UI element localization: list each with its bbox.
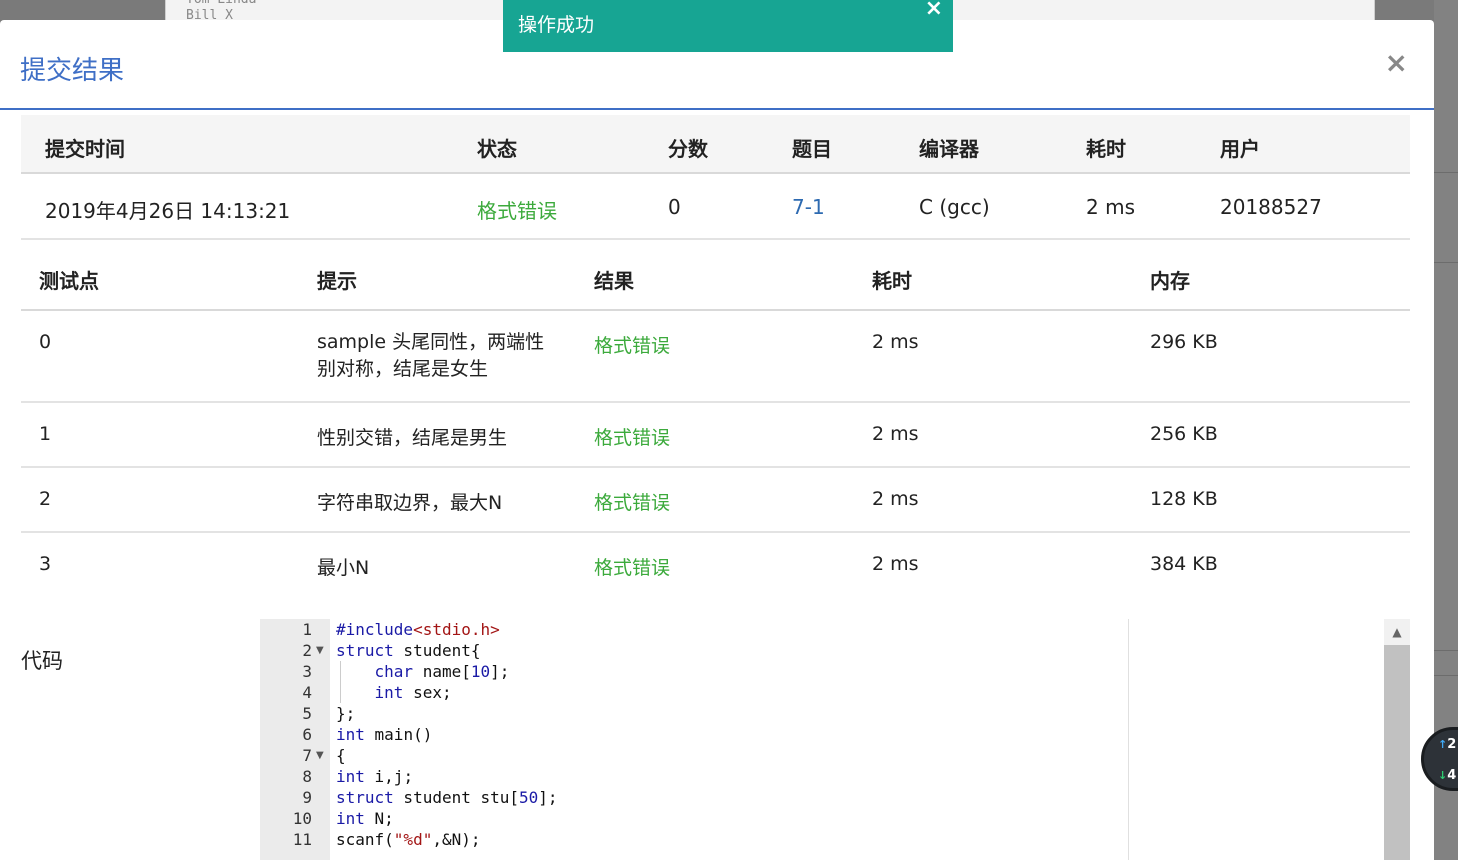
summary-header-row: 提交时间 状态 分数 题目 编译器 耗时 用户 bbox=[21, 115, 1410, 174]
case-id: 0 bbox=[39, 331, 52, 353]
case-time: 2 ms bbox=[872, 553, 919, 575]
duration-value: 2 ms bbox=[1086, 195, 1135, 219]
case-hint: 性别交错，结尾是男生 bbox=[317, 427, 508, 449]
header-submit-time: 提交时间 bbox=[45, 137, 125, 161]
background-text: Tom Linda Bill X bbox=[186, 0, 256, 20]
toast-message: 操作成功 bbox=[518, 14, 595, 36]
code-line: int i,j; bbox=[336, 767, 414, 786]
success-toast: 操作成功 × bbox=[503, 0, 953, 52]
table-row: 1 性别交错，结尾是男生 格式错误 2 ms 256 KB bbox=[21, 403, 1410, 468]
table-row: 3 最小N 格式错误 2 ms 384 KB bbox=[21, 533, 1410, 598]
case-time: 2 ms bbox=[872, 423, 919, 445]
table-row: 2 字符串取边界，最大N 格式错误 2 ms 128 KB bbox=[21, 468, 1410, 533]
upload-stat: ↑2 bbox=[1438, 737, 1457, 752]
toast-close-button[interactable]: × bbox=[925, 0, 943, 21]
compiler-value: C (gcc) bbox=[919, 195, 990, 219]
code-editor[interactable]: 1 2 3 4 5 6 7 8 9 10 11 ▼ ▼ #include<stdio.h> struc… bbox=[260, 619, 1410, 860]
header-hint: 提示 bbox=[317, 269, 357, 293]
case-hint: 字符串取边界，最大N bbox=[317, 492, 503, 514]
case-hint: 最小N bbox=[317, 557, 370, 579]
editor-gutter: 1 2 3 4 5 6 7 8 9 10 11 ▼ ▼ bbox=[260, 619, 330, 860]
header-problem: 题目 bbox=[792, 137, 832, 161]
case-memory: 128 KB bbox=[1150, 488, 1218, 510]
case-result: 格式错误 bbox=[594, 492, 671, 514]
test-cases-table: 测试点 提示 结果 耗时 内存 0 sample 头尾同性，两端性别对称，结尾是… bbox=[21, 242, 1410, 598]
download-stat: ↓4 bbox=[1438, 768, 1457, 783]
case-result: 格式错误 bbox=[594, 427, 671, 449]
line-number: 5 bbox=[302, 704, 312, 723]
case-result: 格式错误 bbox=[594, 557, 671, 579]
code-line: { bbox=[336, 746, 346, 765]
line-number: 1 bbox=[302, 620, 312, 639]
code-line: struct student{ bbox=[336, 641, 481, 660]
arrow-down-icon: ↓ bbox=[1438, 769, 1448, 782]
code-line: char name[10]; bbox=[374, 662, 510, 681]
line-number: 3 bbox=[302, 662, 312, 681]
fold-arrow-icon[interactable]: ▼ bbox=[316, 750, 324, 761]
header-test-point: 测试点 bbox=[39, 269, 99, 293]
line-numbers: 1 2 3 4 5 6 7 8 9 10 11 bbox=[260, 619, 312, 850]
summary-row: 2019年4月26日 14:13:21 格式错误 0 7-1 C (gcc) 2… bbox=[21, 174, 1410, 240]
submission-summary-table: 提交时间 状态 分数 题目 编译器 耗时 用户 2019年4月26日 14:13… bbox=[21, 115, 1410, 240]
table-row: 0 sample 头尾同性，两端性别对称，结尾是女生 格式错误 2 ms 296… bbox=[21, 311, 1410, 403]
code-line: int N; bbox=[336, 809, 394, 828]
code-line: }; bbox=[336, 704, 356, 723]
case-hint: sample 头尾同性，两端性别对称，结尾是女生 bbox=[317, 331, 545, 380]
case-result: 格式错误 bbox=[594, 335, 671, 357]
code-line: #include<stdio.h> bbox=[336, 620, 500, 639]
code-line: struct student stu[50]; bbox=[336, 788, 558, 807]
line-number: 10 bbox=[292, 809, 312, 828]
case-memory: 296 KB bbox=[1150, 331, 1218, 353]
code-line: int main() bbox=[336, 725, 433, 744]
modal-close-button[interactable]: × bbox=[1385, 48, 1408, 78]
case-id: 3 bbox=[39, 553, 52, 575]
line-number: 6 bbox=[302, 725, 312, 744]
line-number: 7 bbox=[302, 746, 312, 765]
editor-scrollbar[interactable]: ▲ bbox=[1384, 619, 1410, 860]
case-time: 2 ms bbox=[872, 488, 919, 510]
scroll-up-icon[interactable]: ▲ bbox=[1384, 619, 1410, 645]
print-margin bbox=[1128, 619, 1129, 860]
header-duration: 耗时 bbox=[1086, 137, 1126, 161]
code-label: 代码 bbox=[21, 649, 63, 673]
case-id: 2 bbox=[39, 488, 52, 510]
fold-arrow-icon[interactable]: ▼ bbox=[316, 645, 324, 656]
line-number: 8 bbox=[302, 767, 312, 786]
case-id: 1 bbox=[39, 423, 52, 445]
header-score: 分数 bbox=[668, 137, 708, 161]
user-value: 20188527 bbox=[1220, 195, 1322, 219]
header-user: 用户 bbox=[1220, 137, 1260, 161]
code-line: int sex; bbox=[374, 683, 452, 702]
code-content[interactable]: #include<stdio.h> struct student{ char na… bbox=[336, 619, 558, 850]
status-value: 格式错误 bbox=[477, 199, 557, 223]
case-memory: 384 KB bbox=[1150, 553, 1218, 575]
problem-link[interactable]: 7-1 bbox=[792, 195, 825, 219]
cases-header-row: 测试点 提示 结果 耗时 内存 bbox=[21, 242, 1410, 311]
header-status: 状态 bbox=[477, 137, 517, 161]
modal-title: 提交结果 bbox=[20, 56, 125, 86]
arrow-up-icon: ↑ bbox=[1438, 738, 1448, 751]
header-time: 耗时 bbox=[872, 269, 912, 293]
case-time: 2 ms bbox=[872, 331, 919, 353]
code-line: scanf("%d",&N); bbox=[336, 830, 481, 849]
header-memory: 内存 bbox=[1150, 269, 1190, 293]
header-result: 结果 bbox=[594, 269, 634, 293]
case-memory: 256 KB bbox=[1150, 423, 1218, 445]
score-value: 0 bbox=[668, 195, 681, 219]
line-number: 4 bbox=[302, 683, 312, 702]
line-number: 11 bbox=[292, 830, 312, 849]
header-compiler: 编译器 bbox=[919, 137, 979, 161]
line-number: 9 bbox=[302, 788, 312, 807]
line-number: 2 bbox=[302, 641, 312, 660]
submit-time: 2019年4月26日 14:13:21 bbox=[45, 199, 291, 223]
